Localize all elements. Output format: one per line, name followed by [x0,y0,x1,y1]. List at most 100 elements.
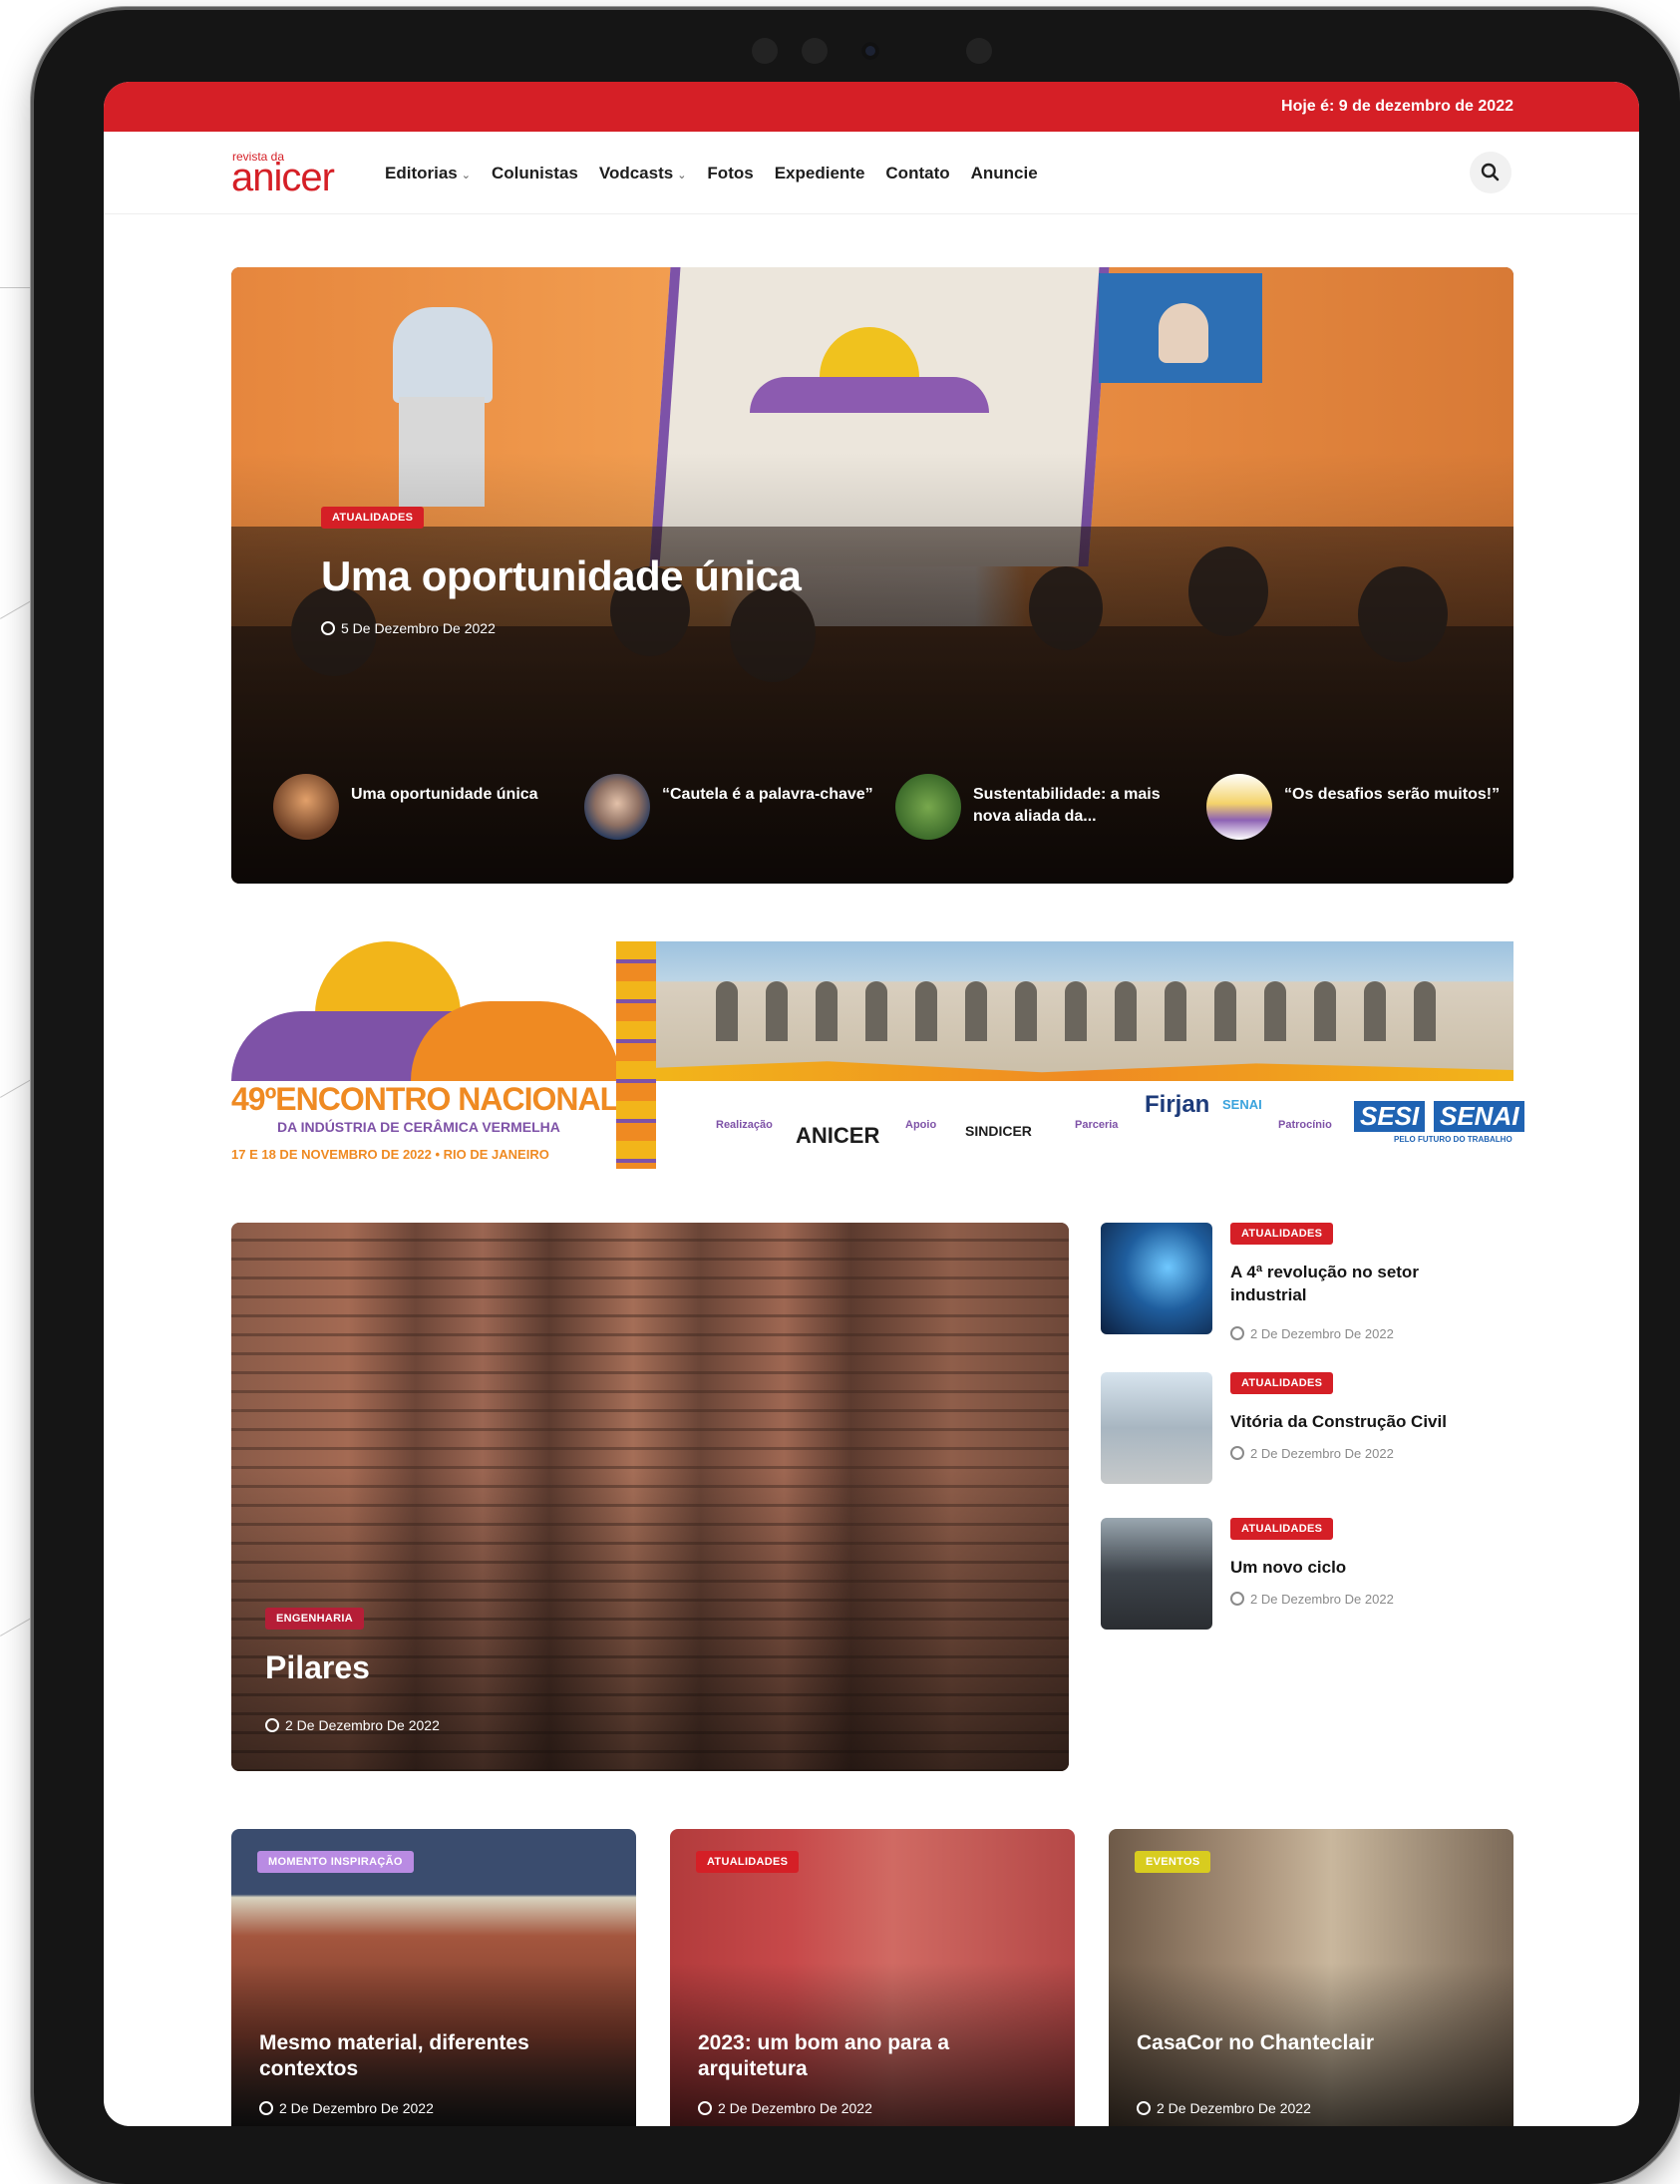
site-header: revista da anicer Editorias ⌄ Colunistas … [104,132,1639,214]
nav-item-vodcasts[interactable]: Vodcasts ⌄ [599,164,687,183]
side-article-title[interactable]: Um novo ciclo [1230,1556,1480,1579]
arch [1115,981,1137,1041]
arch [716,981,738,1041]
sesi-logo: SESI [1354,1101,1426,1132]
hero-category-badge[interactable]: ATUALIDADES [321,507,425,529]
side-category-badge[interactable]: ATUALIDADES [1230,1372,1334,1394]
hero-slider[interactable]: ATUALIDADES Uma oportunidade única 5 De … [231,267,1513,884]
device-camera [861,42,879,60]
card-category-badge[interactable]: EVENTOS [1135,1851,1211,1873]
sponsor-label: Parceria [1075,1119,1119,1131]
side-article-thumbnail [1101,1372,1212,1484]
firjan-senai-logo: SENAI [1222,1097,1262,1112]
side-article-date: 2 De Dezembro De 2022 [1230,1592,1394,1607]
hero-strip-item[interactable]: Sustentabilidade: a mais nova aliada da.… [895,774,1184,844]
card-category-badge[interactable]: ATUALIDADES [696,1851,800,1873]
card-title[interactable]: 2023: um bom ano para a arquitetura [698,2030,1057,2082]
sponsor-label: Patrocínio [1278,1119,1332,1131]
sesi-senai-tagline: PELO FUTURO DO TRABALHO [1394,1135,1512,1144]
site-logo[interactable]: revista da anicer [231,150,361,199]
hero-strip-item[interactable]: Uma oportunidade única [273,774,562,844]
clock-icon [1137,2101,1151,2115]
strip-thumbnail [1206,774,1272,840]
device-sensor [966,38,992,64]
nav-item-expediente[interactable]: Expediente [775,164,865,183]
nav-item-contato[interactable]: Contato [885,164,949,183]
hero-date: 5 De Dezembro De 2022 [321,620,496,636]
side-category-badge[interactable]: ATUALIDADES [1230,1223,1334,1245]
featured-category-badge[interactable]: ENGENHARIA [265,1608,364,1630]
banner-aqueduct-photo [656,941,1513,1073]
event-banner[interactable]: 49ºENCONTRO NACIONAL DA INDÚSTRIA DE CER… [231,941,1525,1169]
article-card[interactable]: EVENTOS CasaCor no Chanteclair 2 De Deze… [1109,1829,1513,2126]
sindicer-logo: SINDICER [965,1123,1032,1139]
side-article[interactable]: ATUALIDADES Vitória da Construção Civil … [1101,1372,1519,1488]
arch [865,981,887,1041]
article-card[interactable]: MOMENTO INSPIRAÇÃO Mesmo material, difer… [231,1829,636,2126]
event-logo: 49ºENCONTRO NACIONAL DA INDÚSTRIA DE CER… [231,941,620,1169]
card-date: 2 De Dezembro De 2022 [698,2100,872,2116]
sponsor-strip: Realização ANICER Apoio SINDICER Parceri… [656,1091,1525,1161]
article-card[interactable]: ATUALIDADES 2023: um bom ano para a arqu… [670,1829,1075,2126]
side-category-badge[interactable]: ATUALIDADES [1230,1518,1334,1540]
strip-thumbnail [273,774,339,840]
card-overlay [1109,1829,1513,2126]
event-title: 49ºENCONTRO NACIONAL [231,1081,619,1117]
arch [915,981,937,1041]
featured-title[interactable]: Pilares [265,1649,370,1686]
clock-icon [1230,1326,1244,1340]
arch [1364,981,1386,1041]
card-title[interactable]: Mesmo material, diferentes contextos [259,2030,618,2082]
side-article-thumbnail [1101,1518,1212,1630]
arch [1165,981,1186,1041]
nav-item-anuncie[interactable]: Anuncie [971,164,1038,183]
card-date: 2 De Dezembro De 2022 [259,2100,434,2116]
side-article[interactable]: ATUALIDADES A 4ª revolução no setor indu… [1101,1223,1519,1341]
strip-title: Uma oportunidade única [351,786,538,803]
hero-strip-item[interactable]: “Os desafios serão muitos!” [1206,774,1500,844]
card-title[interactable]: CasaCor no Chanteclair [1137,2030,1496,2056]
arch [816,981,838,1041]
arch [1065,981,1087,1041]
device-sensor [802,38,828,64]
clock-icon [1230,1592,1244,1606]
side-article-title[interactable]: A 4ª revolução no setor industrial [1230,1261,1480,1306]
featured-article[interactable]: ENGENHARIA Pilares 2 De Dezembro De 2022 [231,1223,1069,1771]
chevron-down-icon: ⌄ [677,170,687,182]
anicer-logo: ANICER [796,1123,880,1148]
event-subtitle: DA INDÚSTRIA DE CERÂMICA VERMELHA [277,1119,560,1135]
search-button[interactable] [1470,152,1512,193]
strip-title: Sustentabilidade: a mais nova aliada da.… [973,786,1161,825]
senai-logo: SENAI [1434,1101,1525,1132]
banner-decoration [616,941,656,1169]
top-bar: Hoje é: 9 de dezembro de 2022 [104,82,1639,132]
card-category-badge[interactable]: MOMENTO INSPIRAÇÃO [257,1851,414,1873]
background-line [0,287,34,288]
arch [1414,981,1436,1041]
side-article[interactable]: ATUALIDADES Um novo ciclo 2 De Dezembro … [1101,1518,1519,1634]
firjan-logo: Firjan [1145,1091,1210,1118]
side-article-thumbnail [1101,1223,1212,1334]
card-date: 2 De Dezembro De 2022 [1137,2100,1311,2116]
strip-thumbnail [584,774,650,840]
arch [766,981,788,1041]
nav-item-fotos[interactable]: Fotos [707,164,753,183]
side-article-date: 2 De Dezembro De 2022 [1230,1446,1394,1461]
device-sensor [752,38,778,64]
clock-icon [321,621,335,635]
screen: Hoje é: 9 de dezembro de 2022 revista da… [104,82,1639,2126]
arch [1264,981,1286,1041]
nav-item-colunistas[interactable]: Colunistas [492,164,578,183]
clock-icon [698,2101,712,2115]
search-icon [1481,163,1500,182]
today-date: Hoje é: 9 de dezembro de 2022 [1281,98,1513,115]
side-article-title[interactable]: Vitória da Construção Civil [1230,1410,1480,1433]
hero-strip-item[interactable]: “Cautela é a palavra-chave” [584,774,873,844]
hero-title[interactable]: Uma oportunidade única [321,552,802,600]
strip-title: “Cautela é a palavra-chave” [662,786,873,803]
nav-item-editorias[interactable]: Editorias ⌄ [385,164,471,183]
side-article-date: 2 De Dezembro De 2022 [1230,1326,1394,1341]
strip-thumbnail [895,774,961,840]
arch [1214,981,1236,1041]
sponsor-label: Realização [716,1119,773,1131]
